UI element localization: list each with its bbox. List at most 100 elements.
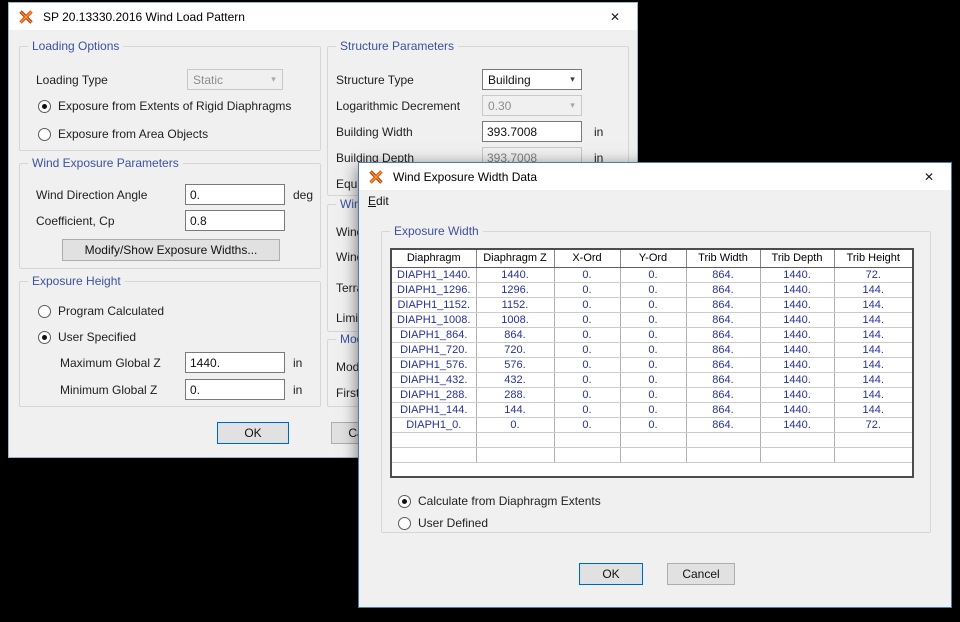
table-cell[interactable]: DIAPH1_1440.: [392, 267, 476, 282]
table-cell[interactable]: [620, 432, 686, 447]
titlebar[interactable]: SP 20.13330.2016 Wind Load Pattern ✕: [9, 3, 637, 30]
table-cell[interactable]: 0.: [620, 372, 686, 387]
program-calculated-radio[interactable]: Program Calculated: [38, 304, 164, 318]
table-cell[interactable]: [834, 447, 912, 462]
table-cell[interactable]: 1440.: [760, 297, 834, 312]
table-cell[interactable]: 144.: [834, 297, 912, 312]
table-cell[interactable]: 144.: [834, 327, 912, 342]
table-cell[interactable]: 0.: [620, 402, 686, 417]
table-row[interactable]: DIAPH1_576.576.0.0.864.1440.144.: [392, 357, 912, 372]
table-cell[interactable]: DIAPH1_1296.: [392, 282, 476, 297]
table-cell[interactable]: 144.: [476, 402, 554, 417]
table-cell[interactable]: 144.: [834, 402, 912, 417]
table-cell[interactable]: DIAPH1_144.: [392, 402, 476, 417]
table-row[interactable]: DIAPH1_0.0.0.0.864.1440.72.: [392, 417, 912, 432]
table-cell[interactable]: 576.: [476, 357, 554, 372]
table-cell[interactable]: DIAPH1_288.: [392, 387, 476, 402]
ok-button[interactable]: OK: [217, 422, 289, 444]
modify-show-exposure-widths-button[interactable]: Modify/Show Exposure Widths...: [62, 239, 280, 261]
table-cell[interactable]: 0.: [620, 387, 686, 402]
table-cell[interactable]: 0.: [620, 267, 686, 282]
table-cell[interactable]: [392, 432, 476, 447]
table-cell[interactable]: 0.: [620, 357, 686, 372]
table-cell[interactable]: 0.: [554, 402, 620, 417]
table-cell[interactable]: [476, 447, 554, 462]
table-cell[interactable]: 0.: [554, 387, 620, 402]
exposure-area-radio[interactable]: Exposure from Area Objects: [38, 127, 208, 141]
column-header[interactable]: Trib Width: [686, 250, 760, 267]
user-defined-radio[interactable]: User Defined: [398, 516, 488, 530]
table-cell[interactable]: 0.: [554, 357, 620, 372]
table-cell[interactable]: 1440.: [760, 267, 834, 282]
column-header[interactable]: Diaphragm Z: [476, 250, 554, 267]
table-cell[interactable]: 0.: [554, 327, 620, 342]
table-cell[interactable]: 144.: [834, 312, 912, 327]
table-row[interactable]: DIAPH1_432.432.0.0.864.1440.144.: [392, 372, 912, 387]
table-row[interactable]: DIAPH1_288.288.0.0.864.1440.144.: [392, 387, 912, 402]
table-cell[interactable]: 432.: [476, 372, 554, 387]
table-cell[interactable]: [760, 447, 834, 462]
table-cell[interactable]: 864.: [476, 327, 554, 342]
column-header[interactable]: Diaphragm: [392, 250, 476, 267]
table-cell[interactable]: [686, 432, 760, 447]
building-width-input[interactable]: [482, 121, 582, 142]
max-global-z-input[interactable]: [185, 352, 285, 373]
titlebar[interactable]: Wind Exposure Width Data ✕: [359, 163, 951, 190]
table-cell[interactable]: 0.: [554, 342, 620, 357]
table-cell[interactable]: 288.: [476, 387, 554, 402]
min-global-z-input[interactable]: [185, 379, 285, 400]
table-cell[interactable]: DIAPH1_720.: [392, 342, 476, 357]
table-cell[interactable]: 1440.: [760, 312, 834, 327]
table-row[interactable]: DIAPH1_1296.1296.0.0.864.1440.144.: [392, 282, 912, 297]
table-cell[interactable]: DIAPH1_1008.: [392, 312, 476, 327]
table-cell[interactable]: 864.: [686, 417, 760, 432]
table-cell[interactable]: DIAPH1_0.: [392, 417, 476, 432]
table-cell[interactable]: 864.: [686, 372, 760, 387]
table-cell[interactable]: 0.: [554, 312, 620, 327]
table-cell[interactable]: 864.: [686, 387, 760, 402]
table-cell[interactable]: 1440.: [760, 417, 834, 432]
table-cell[interactable]: 864.: [686, 312, 760, 327]
table-cell[interactable]: 1440.: [760, 402, 834, 417]
table-cell[interactable]: DIAPH1_1152.: [392, 297, 476, 312]
table-cell[interactable]: 0.: [620, 417, 686, 432]
table-cell[interactable]: 1440.: [760, 387, 834, 402]
table-cell[interactable]: 864.: [686, 282, 760, 297]
calculate-from-diaphragm-radio[interactable]: Calculate from Diaphragm Extents: [398, 494, 601, 508]
column-header[interactable]: Trib Depth: [760, 250, 834, 267]
table-cell[interactable]: 144.: [834, 357, 912, 372]
table-cell[interactable]: [392, 447, 476, 462]
table-cell[interactable]: 0.: [554, 417, 620, 432]
table-cell[interactable]: 0.: [554, 372, 620, 387]
table-cell[interactable]: 1440.: [760, 282, 834, 297]
table-cell[interactable]: [554, 432, 620, 447]
table-cell[interactable]: [476, 432, 554, 447]
column-header[interactable]: Trib Height: [834, 250, 912, 267]
table-row[interactable]: DIAPH1_144.144.0.0.864.1440.144.: [392, 402, 912, 417]
table-cell[interactable]: [760, 432, 834, 447]
table-cell[interactable]: 72.: [834, 267, 912, 282]
table-cell[interactable]: 72.: [834, 417, 912, 432]
table-row[interactable]: DIAPH1_1152.1152.0.0.864.1440.144.: [392, 297, 912, 312]
table-cell[interactable]: 0.: [554, 297, 620, 312]
table-cell[interactable]: DIAPH1_576.: [392, 357, 476, 372]
table-cell[interactable]: 864.: [686, 297, 760, 312]
table-row[interactable]: DIAPH1_1440.1440.0.0.864.1440.72.: [392, 267, 912, 282]
table-cell[interactable]: 864.: [686, 402, 760, 417]
table-cell[interactable]: 0.: [554, 267, 620, 282]
table-cell[interactable]: 1440.: [760, 372, 834, 387]
table-cell[interactable]: 144.: [834, 282, 912, 297]
wind-direction-input[interactable]: [185, 184, 285, 205]
table-cell[interactable]: 0.: [620, 327, 686, 342]
table-cell[interactable]: 720.: [476, 342, 554, 357]
table-cell[interactable]: [834, 432, 912, 447]
table-cell[interactable]: 864.: [686, 357, 760, 372]
table-cell[interactable]: 864.: [686, 342, 760, 357]
exposure-diaphragms-radio[interactable]: Exposure from Extents of Rigid Diaphragm…: [38, 99, 291, 113]
edit-menu[interactable]: Edit: [359, 192, 398, 210]
user-specified-radio[interactable]: User Specified: [38, 330, 136, 344]
ok-button[interactable]: OK: [579, 563, 643, 585]
table-cell[interactable]: 1440.: [760, 357, 834, 372]
table-cell[interactable]: 0.: [620, 342, 686, 357]
table-cell[interactable]: 144.: [834, 342, 912, 357]
